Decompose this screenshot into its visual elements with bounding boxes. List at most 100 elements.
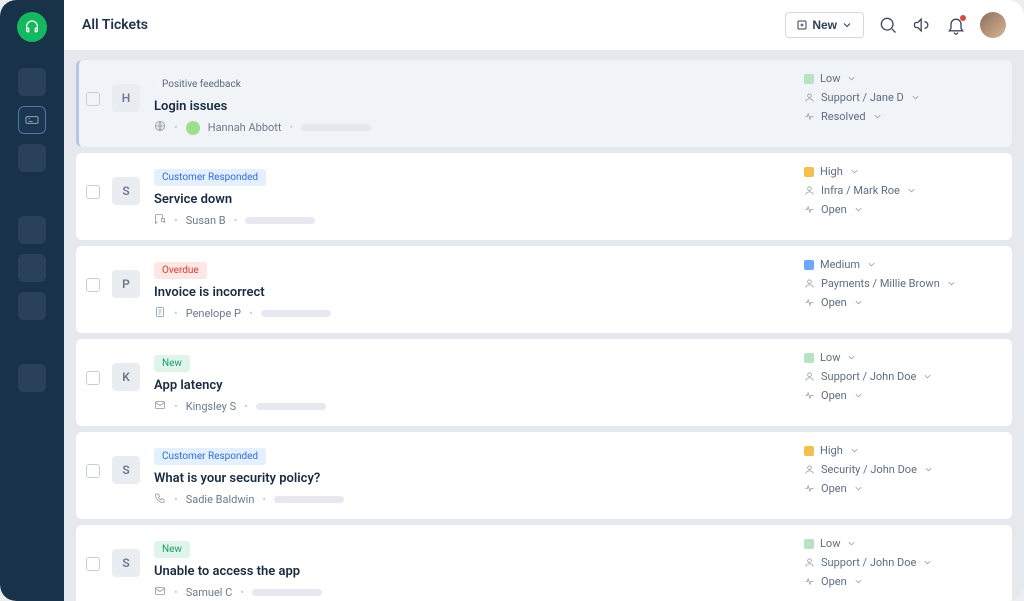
priority-dot xyxy=(804,167,814,177)
chevron-down-icon xyxy=(866,259,877,270)
notifications-button[interactable] xyxy=(946,15,966,35)
requester-initial: P xyxy=(112,270,140,298)
select-checkbox[interactable] xyxy=(86,92,100,106)
assignment-selector[interactable]: Security / John Doe xyxy=(804,463,934,476)
placeholder-text xyxy=(256,403,326,410)
user-avatar[interactable] xyxy=(980,12,1006,38)
priority-selector[interactable]: Low xyxy=(804,72,857,85)
nav-item-6[interactable] xyxy=(18,292,46,320)
select-checkbox[interactable] xyxy=(86,278,100,292)
priority-selector[interactable]: High xyxy=(804,165,860,178)
assignment-label: Payments / Millie Brown xyxy=(821,277,940,290)
ticket-title[interactable]: Invoice is incorrect xyxy=(154,285,804,300)
select-checkbox[interactable] xyxy=(86,557,100,571)
ticket-title[interactable]: Service down xyxy=(154,192,804,207)
ticket-row[interactable]: S Customer Responded Service down • Susa… xyxy=(76,153,1012,240)
status-icon xyxy=(804,390,815,401)
ticket-tag: Positive feedback xyxy=(154,76,249,93)
select-checkbox[interactable] xyxy=(86,185,100,199)
status-label: Open xyxy=(821,482,847,495)
assignment-label: Support / Jane D xyxy=(821,91,904,104)
requester-initial: K xyxy=(112,363,140,391)
nav-item-1[interactable] xyxy=(18,68,46,96)
ticket-row[interactable]: K New App latency • Kingsley S • Low Sup… xyxy=(76,339,1012,426)
ticket-main: Positive feedback Login issues • Hannah … xyxy=(154,72,804,135)
ticket-main: Overdue Invoice is incorrect • Penelope … xyxy=(154,258,804,321)
main-area: All Tickets New xyxy=(64,0,1024,601)
assignment-label: Support / John Doe xyxy=(821,370,916,383)
ticket-row[interactable]: P Overdue Invoice is incorrect • Penelop… xyxy=(76,246,1012,333)
app-logo[interactable] xyxy=(17,12,47,42)
priority-selector[interactable]: Medium xyxy=(804,258,877,271)
status-label: Open xyxy=(821,389,847,402)
assignment-selector[interactable]: Payments / Millie Brown xyxy=(804,277,957,290)
priority-label: Low xyxy=(820,537,840,550)
placeholder-text xyxy=(252,589,322,596)
ticket-list: H Positive feedback Login issues • Hanna… xyxy=(64,50,1024,601)
requester-name: Susan B xyxy=(186,214,226,227)
status-selector[interactable]: Open xyxy=(804,482,864,495)
ticket-title[interactable]: Unable to access the app xyxy=(154,564,804,579)
priority-label: High xyxy=(820,444,843,457)
status-icon xyxy=(804,483,815,494)
assignment-selector[interactable]: Support / John Doe xyxy=(804,370,933,383)
status-label: Open xyxy=(821,575,847,588)
mail-icon xyxy=(154,585,166,600)
nav-item-3[interactable] xyxy=(18,144,46,172)
ticket-row[interactable]: S New Unable to access the app • Samuel … xyxy=(76,525,1012,601)
priority-selector[interactable]: Low xyxy=(804,351,857,364)
ticket-title[interactable]: What is your security policy? xyxy=(154,471,804,486)
ticket-properties: Low Support / John Doe Open xyxy=(804,351,994,414)
assignment-label: Infra / Mark Roe xyxy=(821,184,900,197)
status-icon xyxy=(804,576,815,587)
ticket-row[interactable]: H Positive feedback Login issues • Hanna… xyxy=(76,60,1012,147)
assignment-selector[interactable]: Support / Jane D xyxy=(804,91,921,104)
assignment-selector[interactable]: Infra / Mark Roe xyxy=(804,184,917,197)
status-selector[interactable]: Open xyxy=(804,203,864,216)
status-selector[interactable]: Open xyxy=(804,389,864,402)
select-checkbox[interactable] xyxy=(86,464,100,478)
chevron-down-icon xyxy=(910,92,921,103)
status-selector[interactable]: Open xyxy=(804,575,864,588)
chevron-down-icon xyxy=(841,19,853,31)
nav-item-tickets[interactable] xyxy=(18,106,46,134)
priority-selector[interactable]: High xyxy=(804,444,860,457)
requester-name: Sadie Baldwin xyxy=(186,493,255,506)
assignment-selector[interactable]: Support / John Doe xyxy=(804,556,933,569)
chevron-down-icon xyxy=(853,204,864,215)
select-checkbox[interactable] xyxy=(86,371,100,385)
chevron-down-icon xyxy=(922,371,933,382)
plus-box-icon xyxy=(796,19,808,31)
chevron-down-icon xyxy=(846,73,857,84)
topbar: All Tickets New xyxy=(64,0,1024,50)
ticket-properties: High Security / John Doe Open xyxy=(804,444,994,507)
priority-selector[interactable]: Low xyxy=(804,537,857,550)
ticket-meta: • Sadie Baldwin • xyxy=(154,492,804,507)
ticket-row[interactable]: S Customer Responded What is your securi… xyxy=(76,432,1012,519)
new-button[interactable]: New xyxy=(785,12,864,38)
nav-item-7[interactable] xyxy=(18,364,46,392)
placeholder-text xyxy=(301,124,371,131)
assignment-label: Support / John Doe xyxy=(821,556,916,569)
chevron-down-icon xyxy=(853,576,864,587)
status-selector[interactable]: Resolved xyxy=(804,110,883,123)
priority-dot xyxy=(804,446,814,456)
assignment-label: Security / John Doe xyxy=(821,463,917,476)
status-selector[interactable]: Open xyxy=(804,296,864,309)
chevron-down-icon xyxy=(846,352,857,363)
nav-item-4[interactable] xyxy=(18,216,46,244)
requester-initial: S xyxy=(112,456,140,484)
ticket-tag: Customer Responded xyxy=(154,169,266,186)
search-button[interactable] xyxy=(878,15,898,35)
ticket-main: New Unable to access the app • Samuel C … xyxy=(154,537,804,600)
new-button-label: New xyxy=(812,18,837,32)
announcements-button[interactable] xyxy=(912,15,932,35)
page-title: All Tickets xyxy=(82,17,148,33)
nav-item-5[interactable] xyxy=(18,254,46,282)
requester-initial: S xyxy=(112,549,140,577)
ticket-properties: High Infra / Mark Roe Open xyxy=(804,165,994,228)
user-icon xyxy=(804,371,815,382)
ticket-tag: Customer Responded xyxy=(154,448,266,465)
ticket-title[interactable]: App latency xyxy=(154,378,804,393)
ticket-title[interactable]: Login issues xyxy=(154,99,804,114)
